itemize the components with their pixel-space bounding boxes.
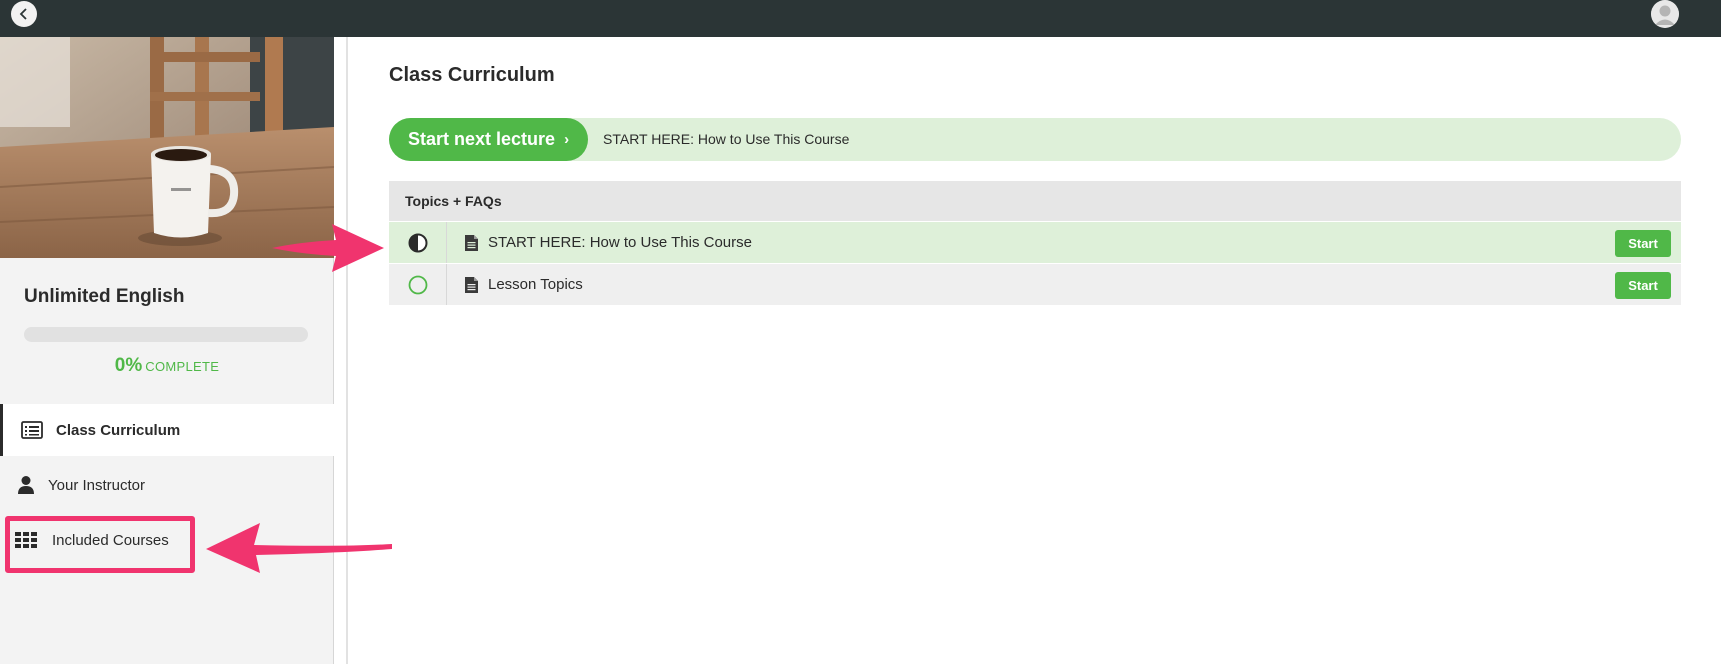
top-bar	[0, 0, 1721, 37]
empty-circle-icon	[408, 275, 427, 294]
user-avatar[interactable]	[1651, 0, 1679, 28]
person-icon	[14, 473, 38, 497]
start-next-lecture-label: Start next lecture	[408, 129, 556, 149]
lecture-status	[389, 222, 447, 263]
user-avatar-icon	[1651, 0, 1679, 28]
lecture-row[interactable]: Lesson Topics Start	[389, 263, 1681, 305]
half-circle-progress-icon	[408, 233, 427, 252]
next-lecture-banner: Start next lecture › START HERE: How to …	[389, 118, 1681, 161]
page-title: Class Curriculum	[389, 64, 555, 86]
start-next-lecture-button[interactable]: Start next lecture ›	[389, 118, 588, 161]
course-title: Unlimited English	[24, 286, 185, 307]
progress-bar	[24, 327, 308, 342]
course-hero-image	[0, 37, 334, 258]
sidebar-item-label: Class Curriculum	[56, 421, 181, 439]
section-title: Topics + FAQs	[389, 181, 1681, 221]
lecture-status	[389, 264, 447, 305]
grid-icon	[14, 528, 38, 552]
curriculum-section: Topics + FAQs START HERE: How to Use Thi…	[389, 181, 1681, 305]
lecture-title: Lesson Topics	[488, 276, 583, 293]
chevron-left-icon	[19, 8, 27, 20]
document-icon	[465, 276, 479, 293]
lecture-title: START HERE: How to Use This Course	[488, 234, 752, 251]
sidebar-divider	[346, 37, 348, 664]
sidebar-item-class-curriculum[interactable]: Class Curriculum	[0, 404, 334, 456]
sidebar-item-your-instructor[interactable]: Your Instructor	[0, 459, 334, 511]
progress-percent: 0%	[114, 355, 143, 376]
list-icon	[20, 418, 44, 442]
next-lecture-title: START HERE: How to Use This Course	[603, 131, 850, 147]
chevron-right-icon: ›	[564, 131, 570, 148]
lecture-start-button[interactable]: Start	[1615, 272, 1671, 299]
sidebar-item-label: Your Instructor	[48, 476, 145, 494]
lecture-row[interactable]: START HERE: How to Use This Course Start	[389, 221, 1681, 263]
progress-word: COMPLETE	[145, 359, 220, 374]
sidebar: Unlimited English 0% COMPLETE Class Curri…	[0, 37, 334, 664]
sidebar-item-included-courses[interactable]: Included Courses	[0, 514, 334, 566]
document-icon	[465, 234, 479, 251]
sidebar-item-label: Included Courses	[52, 531, 169, 549]
back-button[interactable]	[11, 1, 37, 27]
lecture-start-button[interactable]: Start	[1615, 230, 1671, 257]
progress-label: 0% COMPLETE	[0, 355, 334, 377]
